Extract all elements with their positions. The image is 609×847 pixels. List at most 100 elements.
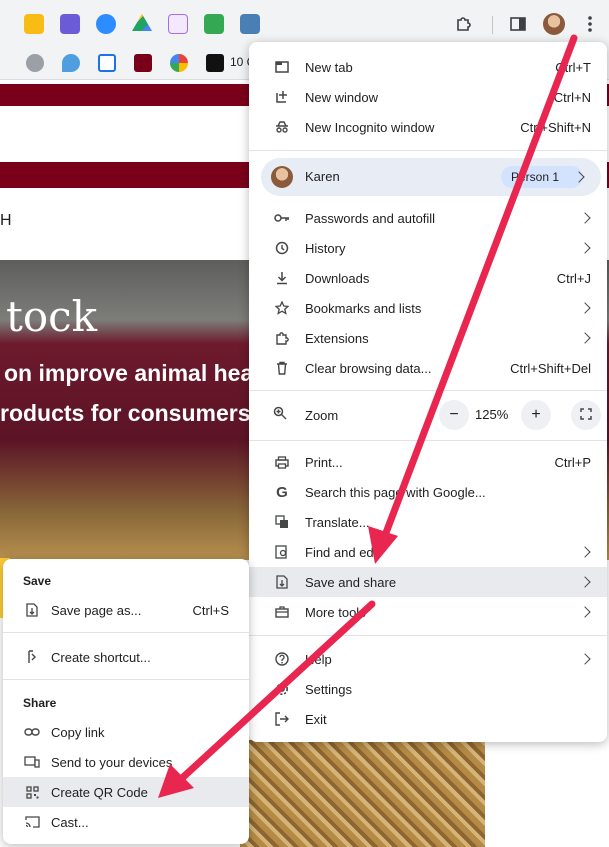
save-share-submenu: Save Save page as... Ctrl+S Create short… xyxy=(3,559,249,844)
zoom-out-button[interactable]: − xyxy=(439,400,469,430)
menu-new-incognito[interactable]: New Incognito window Ctrl+Shift+N xyxy=(249,112,607,142)
menu-label: Search this page with Google... xyxy=(305,484,486,500)
profile-row[interactable]: Karen Person 1 xyxy=(261,158,601,196)
submenu-save-page[interactable]: Save page as... Ctrl+S xyxy=(3,595,249,625)
toolbox-icon xyxy=(273,603,291,621)
menu-shortcut: Ctrl+J xyxy=(556,270,591,286)
fullscreen-button[interactable] xyxy=(571,400,601,430)
google-icon: G xyxy=(276,483,288,501)
submenu-label: Create shortcut... xyxy=(51,649,151,665)
menu-clear-data[interactable]: Clear browsing data... Ctrl+Shift+Del xyxy=(249,353,607,383)
menu-label: New window xyxy=(305,89,378,105)
google-bookmark-icon[interactable] xyxy=(170,54,188,72)
menu-separator xyxy=(249,390,607,391)
university-bookmark-icon[interactable] xyxy=(134,54,152,72)
google-drive-icon[interactable] xyxy=(132,14,152,31)
chevron-right-icon xyxy=(579,606,591,618)
print-icon xyxy=(273,453,291,471)
printer-ext-icon[interactable] xyxy=(204,14,224,34)
menu-label: History xyxy=(305,240,346,256)
menu-label: Print... xyxy=(305,454,343,470)
chatgpt-bookmark-icon[interactable] xyxy=(26,54,44,72)
incognito-icon xyxy=(273,118,291,136)
key-icon xyxy=(273,209,291,227)
devices-icon xyxy=(23,753,41,771)
submenu-create-shortcut[interactable]: Create shortcut... xyxy=(3,642,249,672)
zoom-value: 125% xyxy=(475,407,509,422)
keep-icon[interactable] xyxy=(24,14,44,34)
chevron-right-icon xyxy=(579,332,591,344)
chevron-right-icon xyxy=(579,302,591,314)
submenu-shortcut: Ctrl+S xyxy=(192,602,229,618)
menu-exit[interactable]: Exit xyxy=(249,704,607,734)
profile-badge: Person 1 xyxy=(501,166,583,188)
nav-letter: H xyxy=(0,212,12,229)
shortcut-arrow-icon xyxy=(23,648,41,666)
menu-label: Translate... xyxy=(305,514,370,530)
hero-subtitle-line-1: on improve animal heal xyxy=(4,360,260,386)
menu-print[interactable]: Print... Ctrl+P xyxy=(249,447,607,477)
help-icon xyxy=(273,650,291,668)
profile-avatar-icon[interactable] xyxy=(542,12,566,36)
submenu-create-qr[interactable]: Create QR Code xyxy=(3,777,249,807)
menu-downloads[interactable]: Downloads Ctrl+J xyxy=(249,263,607,293)
menu-new-window[interactable]: New window Ctrl+N xyxy=(249,82,607,112)
menu-save-share[interactable]: Save and share xyxy=(249,567,607,597)
menu-shortcut: Ctrl+Shift+N xyxy=(520,119,591,135)
menu-settings[interactable]: Settings xyxy=(249,674,607,704)
menu-shortcut: Ctrl+Shift+Del xyxy=(510,360,591,376)
menu-extensions[interactable]: Extensions xyxy=(249,323,607,353)
image-ext-icon[interactable] xyxy=(240,14,260,34)
menu-new-tab[interactable]: New tab Ctrl+T xyxy=(249,52,607,82)
submenu-separator xyxy=(3,632,249,633)
submenu-cast[interactable]: Cast... xyxy=(3,807,249,837)
menu-more-tools[interactable]: More tools xyxy=(249,597,607,627)
menu-separator xyxy=(249,440,607,441)
extensions-puzzle-icon[interactable] xyxy=(452,12,476,36)
side-panel-icon[interactable] xyxy=(506,12,530,36)
history-icon xyxy=(273,239,291,257)
submenu-label: Cast... xyxy=(51,814,89,830)
menu-bookmarks[interactable]: Bookmarks and lists xyxy=(249,293,607,323)
submenu-copy-link[interactable]: Copy link xyxy=(3,717,249,747)
htg-bookmark-icon[interactable] xyxy=(206,54,224,72)
zoom-in-button[interactable]: + xyxy=(521,400,551,430)
extension-icon xyxy=(273,329,291,347)
layout-bookmark-icon[interactable] xyxy=(98,54,116,72)
menu-label: Passwords and autofill xyxy=(305,210,436,226)
drupal-bookmark-icon[interactable] xyxy=(62,54,80,72)
menu-label: Extensions xyxy=(305,330,369,346)
new-tab-icon xyxy=(273,58,291,76)
trash-icon xyxy=(273,359,291,377)
menu-help[interactable]: Help xyxy=(249,644,607,674)
save-heading: Save xyxy=(23,574,52,588)
menu-passwords[interactable]: Passwords and autofill xyxy=(249,203,607,233)
toolbar-divider xyxy=(492,16,493,34)
menu-label: Exit xyxy=(305,711,327,727)
menu-find-edit[interactable]: Find and edit xyxy=(249,537,607,567)
menu-translate[interactable]: Translate... xyxy=(249,507,607,537)
chevron-right-icon xyxy=(579,546,591,558)
share-heading: Share xyxy=(23,696,57,710)
menu-history[interactable]: History xyxy=(249,233,607,263)
find-icon xyxy=(273,543,291,561)
menu-search-google[interactable]: G Search this page with Google... xyxy=(249,477,607,507)
submenu-label: Copy link xyxy=(51,724,105,740)
submenu-label: Send to your devices xyxy=(51,754,173,770)
fullscreen-icon xyxy=(580,407,592,423)
settings-icon xyxy=(273,680,291,698)
qr-code-icon xyxy=(23,783,41,801)
translate-icon xyxy=(273,513,291,531)
zoom-icon[interactable] xyxy=(96,14,116,34)
kebab-menu-icon[interactable] xyxy=(578,12,602,36)
cast-icon xyxy=(23,813,41,831)
new-window-icon xyxy=(273,88,291,106)
extensions-toolbar xyxy=(0,0,609,48)
menu-label: More tools xyxy=(305,604,366,620)
zoom-label: Zoom xyxy=(305,408,339,423)
chevron-right-icon xyxy=(579,576,591,588)
submenu-send-devices[interactable]: Send to your devices xyxy=(3,747,249,777)
audio-wave-icon[interactable] xyxy=(168,14,188,34)
pattern-icon[interactable] xyxy=(60,14,80,34)
menu-label: Clear browsing data... xyxy=(305,360,432,376)
